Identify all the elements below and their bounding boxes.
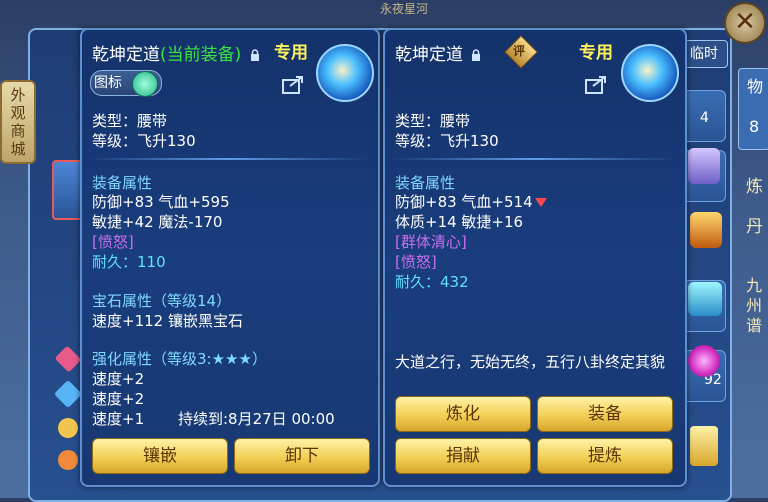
- enhance-attr-header: 强化属性（等级3:★★★）: [92, 350, 267, 368]
- right-tab-char: 谱: [746, 316, 763, 335]
- equip-attr-header: 装备属性: [395, 174, 456, 192]
- side-tab-label: 外观商城: [10, 86, 26, 158]
- belt-item-icon: [316, 44, 374, 102]
- special-effect: [愤怒]: [92, 233, 134, 251]
- refine-button[interactable]: 炼化: [395, 396, 531, 432]
- right-tab-label: 物: [747, 77, 764, 96]
- enhance-line: 速度+1: [92, 410, 145, 428]
- right-tab-jiuzhou[interactable]: 九 州 谱: [746, 276, 766, 336]
- equip-button[interactable]: 装备: [537, 396, 673, 432]
- attr-line: 体质+14 敏捷+16: [395, 213, 524, 231]
- right-tab-char: 九: [746, 276, 763, 295]
- right-tab-refine[interactable]: 炼: [746, 172, 763, 197]
- rating-badge-label: 评: [513, 44, 526, 58]
- slot-count: 4: [700, 110, 709, 126]
- equipped-tag: (当前装备): [160, 45, 242, 65]
- right-tab-count: 8: [749, 117, 760, 136]
- gem-attr-header: 宝石属性（等级14）: [92, 292, 232, 310]
- lock-icon: [250, 49, 259, 61]
- durability: 耐久：432: [395, 271, 469, 292]
- unequip-button[interactable]: 卸下: [234, 438, 370, 474]
- item-title: 乾坤定道(当前装备): [92, 40, 260, 65]
- right-tab-char: 州: [746, 296, 763, 315]
- goblet-item-icon[interactable]: [688, 282, 722, 316]
- temp-tab[interactable]: 临时: [680, 40, 728, 68]
- share-icon[interactable]: [585, 74, 609, 94]
- decrease-arrow-icon: [534, 198, 547, 207]
- right-tab-items[interactable]: 物 8: [738, 68, 768, 150]
- inlay-button[interactable]: 镶嵌: [92, 438, 228, 474]
- compare-item-tooltip: 乾坤定道 评 专用 类型：腰带 等级：飞升130 装备属性 防御+83 气血+5…: [383, 28, 687, 487]
- info-icon[interactable]: [58, 418, 78, 438]
- level-line: 等级：飞升130: [92, 132, 196, 150]
- equipped-item-tooltip: 乾坤定道(当前装备) 专用 图标 类型：腰带 等级：飞升130 装备属性 防御+…: [80, 28, 380, 487]
- item-description: 大道之行，无始无终，五行八卦终定其貌: [395, 353, 666, 371]
- equip-attr-header: 装备属性: [92, 174, 153, 192]
- enhance-line: 速度+2: [92, 370, 145, 388]
- level-line: 等级：飞升130: [395, 132, 499, 150]
- durability-value: 110: [137, 253, 166, 271]
- attr-line: 防御+83 气血+514: [395, 191, 547, 212]
- icon-toggle-label: 图标: [94, 75, 122, 91]
- scroll-item-icon[interactable]: [688, 148, 720, 184]
- duration-text: 持续到:8月27日 00:00: [178, 410, 335, 428]
- exclusive-label: 专用: [579, 43, 613, 63]
- attr-line: 敏捷+42 魔法-170: [92, 213, 223, 231]
- attr-line: 防御+83 气血+595: [92, 193, 230, 211]
- shield-icon[interactable]: [58, 450, 78, 470]
- enhance-line: 速度+2: [92, 390, 145, 408]
- durability: 耐久：110: [92, 251, 166, 272]
- divider: [391, 158, 675, 160]
- durability-label: 耐久：: [395, 273, 441, 291]
- item-name: 乾坤定道: [395, 45, 463, 65]
- sword-item-icon[interactable]: [690, 212, 722, 248]
- special-effect: [群体清心]: [395, 233, 467, 251]
- divider: [88, 158, 368, 160]
- right-tab-pill[interactable]: 丹: [746, 212, 763, 237]
- durability-value: 432: [440, 273, 469, 291]
- donate-button[interactable]: 捐献: [395, 438, 531, 474]
- toggle-knob[interactable]: [132, 71, 158, 97]
- belt-item-icon: [621, 44, 679, 102]
- extract-button[interactable]: 提炼: [537, 438, 673, 474]
- type-line: 类型：腰带: [395, 112, 471, 130]
- gem-line: 速度+112 镶嵌黑宝石: [92, 312, 243, 330]
- attr-line-text: 防御+83 气血+514: [395, 193, 533, 211]
- hidden-button-edge[interactable]: [690, 426, 718, 466]
- exclusive-label: 专用: [274, 43, 308, 63]
- lock-icon: [472, 49, 481, 61]
- item-name: 乾坤定道: [92, 45, 160, 65]
- durability-label: 耐久：: [92, 253, 138, 271]
- magic-orb-icon[interactable]: [688, 345, 720, 377]
- close-button[interactable]: ✕: [724, 2, 766, 44]
- special-effect: [愤怒]: [395, 253, 437, 271]
- share-icon[interactable]: [282, 74, 306, 94]
- item-title: 乾坤定道: [395, 40, 481, 65]
- side-tab-appearance-shop[interactable]: 外观商城: [0, 80, 36, 164]
- top-status-text: 永夜星河: [380, 2, 429, 16]
- type-line: 类型：腰带: [92, 112, 168, 130]
